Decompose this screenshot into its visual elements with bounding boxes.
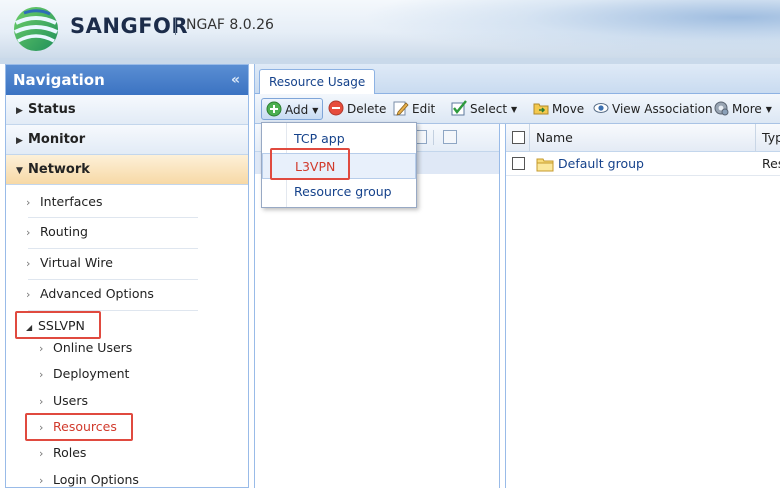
column-name[interactable]: Name [530,124,756,152]
chevron-right-icon: › [26,196,31,209]
dropdown-arrow-icon: ▼ [312,106,319,115]
product-version: NGAF 8.0.26 [186,17,274,33]
chevron-right-icon: › [26,257,31,270]
navigation-panel: Navigation « ▶ Status ▶ Monitor ▼ Network ›… [5,64,249,488]
nav-item-online-users[interactable]: › Online Users [6,337,248,359]
header-banner: SANGFOR NGAF 8.0.26 [0,0,780,58]
nav-item-interfaces[interactable]: › Interfaces [6,191,248,213]
l3vpn-highlight-box [270,148,350,180]
divider [28,217,198,218]
nav-item-label: Users [53,393,89,408]
delete-button-label: Delete [347,102,387,116]
list-view-icon[interactable] [443,130,457,144]
nav-item-virtual-wire[interactable]: › Virtual Wire [6,252,248,274]
row-name-link[interactable]: Default group [558,156,644,171]
expand-arrow-icon: ▶ [16,106,23,116]
sslvpn-highlight-box [15,311,101,339]
nav-item-label: Login Options [53,472,139,487]
nav-item-label: Advanced Options [40,286,154,301]
dropdown-arrow-icon: ▼ [765,105,772,114]
nav-item-label: Roles [53,445,87,460]
nav-section-label: Monitor [28,132,86,147]
edit-button[interactable]: Edit [393,98,435,120]
divider [28,279,198,280]
plus-circle-icon [266,101,282,117]
table-row[interactable]: Default group Res [506,152,780,176]
nav-item-roles[interactable]: › Roles [6,442,248,464]
select-button-label: Select [470,102,508,116]
chevron-right-icon: › [39,342,44,355]
sangfor-logo-icon [14,7,58,51]
navigation-title: Navigation « [6,65,248,95]
nav-item-routing[interactable]: › Routing [6,221,248,243]
brand-separator [175,18,176,35]
tab-bar: Resource Usage [255,64,780,95]
row-name-cell[interactable]: Default group [536,152,644,176]
chevron-right-icon: › [39,395,44,408]
tool-separator [433,130,434,145]
nav-item-label: Routing [40,224,88,239]
minus-circle-icon [328,100,344,116]
move-button[interactable]: Move [533,98,584,120]
nav-item-users[interactable]: › Users [6,390,248,412]
column-type[interactable]: Typ [756,124,780,152]
view-association-button[interactable]: View Association [593,98,713,120]
brand-name: SANGFOR [70,14,189,38]
nav-item-label: Interfaces [40,194,103,209]
row-checkbox-cell[interactable] [512,152,525,176]
expand-arrow-icon: ▶ [16,136,23,146]
select-all-checkbox[interactable] [512,131,525,144]
resources-highlight-box [25,413,133,441]
chevron-right-icon: › [26,288,31,301]
more-button[interactable]: More ▼ [713,98,772,120]
pencil-icon [393,101,409,116]
gear-icon [714,101,729,116]
folder-move-icon [533,103,549,115]
eye-icon [593,103,609,113]
nav-section-monitor[interactable]: ▶ Monitor [6,125,248,155]
chevron-right-icon: › [39,368,44,381]
move-button-label: Move [552,102,585,116]
resource-grid: Name Typ Default group Res [505,124,780,488]
navigation-title-label: Navigation [13,71,105,89]
select-all-checkbox-cell[interactable] [506,124,530,152]
tab-resource-usage[interactable]: Resource Usage [259,69,376,95]
nav-item-label: Deployment [53,366,130,381]
menu-item-resource-group[interactable]: Resource group [262,179,416,205]
row-checkbox[interactable] [512,157,525,170]
collapse-navigation-icon[interactable]: « [231,65,240,95]
chevron-right-icon: › [26,226,31,239]
nav-item-login-options[interactable]: › Login Options [6,469,248,487]
nav-section-label: Status [28,102,76,117]
nav-item-deployment[interactable]: › Deployment [6,363,248,385]
folder-icon [536,158,554,172]
nav-item-advanced-options[interactable]: › Advanced Options [6,283,248,305]
edit-button-label: Edit [412,102,436,116]
more-button-label: More [732,102,762,116]
select-button[interactable]: Select ▼ [451,98,517,120]
nav-item-label: Online Users [53,340,133,355]
app-window: SANGFOR NGAF 8.0.26 Navigation « ▶ Status… [0,0,780,488]
grid-header: Name Typ [506,124,780,152]
view-association-label: View Association [612,102,713,116]
nav-section-label: Network [28,162,90,177]
nav-section-network[interactable]: ▼ Network [6,155,248,185]
header-decoration [360,0,780,58]
toolbar: Add ▼ Delete Edit Select ▼ Move View Assoc… [255,94,780,124]
row-type-cell: Res [762,156,780,171]
nav-section-status[interactable]: ▶ Status [6,95,248,125]
nav-item-label: Virtual Wire [40,255,113,270]
chevron-right-icon: › [39,447,44,460]
chevron-right-icon: › [39,474,44,487]
check-icon [451,100,467,116]
collapse-arrow-icon: ▼ [16,166,23,176]
divider [28,248,198,249]
add-button[interactable]: Add ▼ [261,98,323,120]
add-button-label: Add [285,103,309,117]
delete-button[interactable]: Delete [328,98,386,120]
dropdown-arrow-icon: ▼ [511,105,518,114]
